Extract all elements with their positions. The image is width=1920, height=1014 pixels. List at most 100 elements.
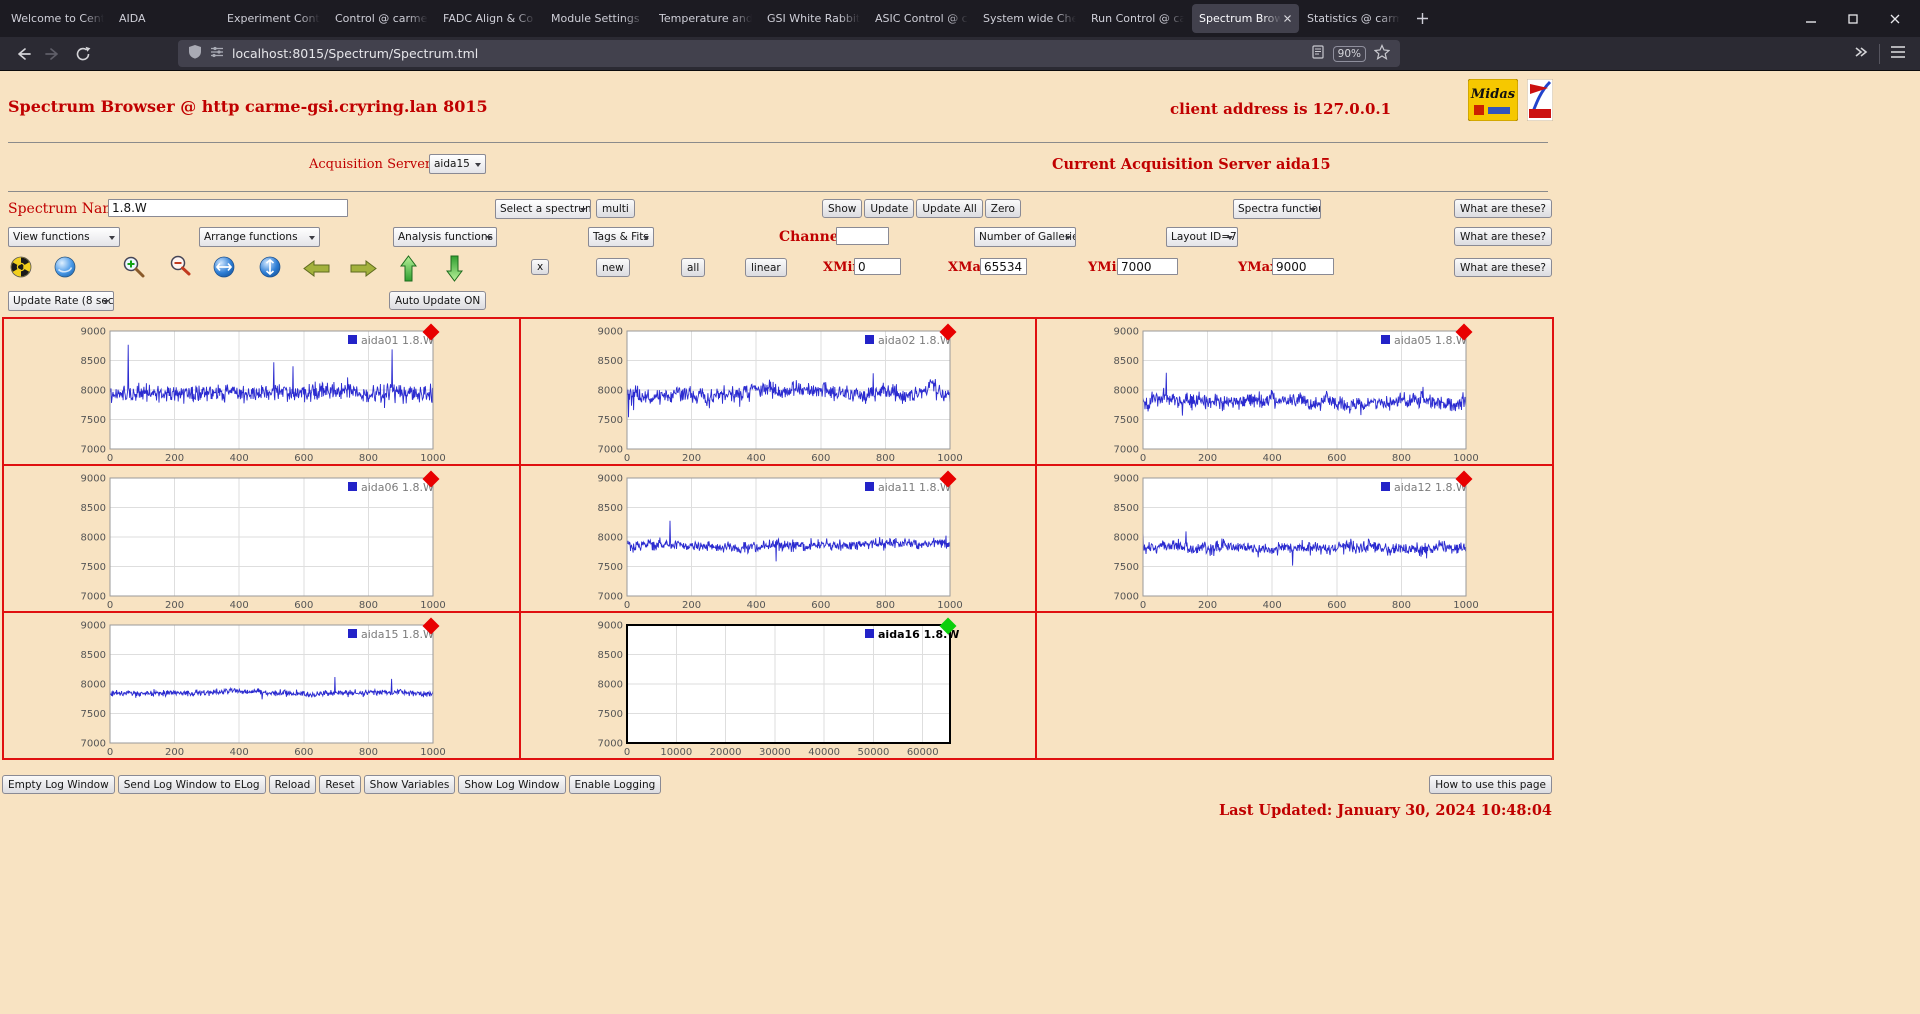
- move-down-icon[interactable]: [445, 255, 464, 282]
- what-are-these-button-3[interactable]: What are these?: [1454, 258, 1552, 277]
- close-window-icon[interactable]: [1874, 0, 1916, 37]
- svg-text:7500: 7500: [597, 415, 622, 426]
- browser-tab[interactable]: FADC Align & Co: [436, 4, 543, 33]
- tab-title: FADC Align & Co: [443, 12, 536, 25]
- gallery-cell-aida11[interactable]: 0200400600800100070007500800085009000aid…: [520, 465, 1037, 612]
- log-button-send-log-window-to-elog[interactable]: Send Log Window to ELog: [118, 775, 266, 794]
- zoom-indicator[interactable]: 90%: [1333, 46, 1366, 62]
- blue-disc-icon[interactable]: [54, 256, 76, 278]
- chart-legend: aida15 1.8.W: [361, 628, 434, 641]
- gallery-cell-aida02[interactable]: 0200400600800100070007500800085009000aid…: [520, 318, 1037, 465]
- linear-button[interactable]: linear: [745, 258, 787, 277]
- browser-tab[interactable]: Temperature and: [652, 4, 759, 33]
- update-button[interactable]: Update: [864, 199, 914, 218]
- channel-input[interactable]: [836, 227, 889, 245]
- next-arrow-icon[interactable]: [350, 259, 377, 278]
- zoom-in-icon[interactable]: [121, 254, 147, 280]
- browser-tab[interactable]: Welcome to Cent: [4, 4, 111, 33]
- tab-close-icon[interactable]: [1283, 14, 1292, 23]
- maximize-icon[interactable]: [1832, 0, 1874, 37]
- x-button[interactable]: x: [531, 259, 549, 275]
- acquisition-row: Acquisition Servers aida15 Current Acqui…: [0, 153, 1556, 181]
- expand-x-icon[interactable]: [213, 256, 235, 278]
- xmin-input[interactable]: [854, 258, 901, 275]
- layout-id-dropdown[interactable]: Layout ID=7: [1166, 227, 1238, 247]
- log-button-reload[interactable]: Reload: [269, 775, 317, 794]
- what-are-these-button-2[interactable]: What are these?: [1454, 227, 1552, 246]
- browser-tab[interactable]: Module Settings: [544, 4, 651, 33]
- browser-tab[interactable]: Control @ carme: [328, 4, 435, 33]
- address-bar[interactable]: localhost:8015/Spectrum/Spectrum.tml 90%: [178, 40, 1400, 67]
- gallery-cell-aida05[interactable]: 0200400600800100070007500800085009000aid…: [1036, 318, 1553, 465]
- analysis-functions-dropdown[interactable]: Analysis functions: [393, 227, 497, 247]
- update-all-button[interactable]: Update All: [916, 199, 982, 218]
- svg-text:7000: 7000: [1114, 592, 1139, 603]
- browser-tab[interactable]: ASIC Control @ c: [868, 4, 975, 33]
- what-are-these-button-1[interactable]: What are these?: [1454, 199, 1552, 218]
- permissions-icon[interactable]: [210, 44, 224, 63]
- browser-tab[interactable]: AIDA: [112, 4, 219, 33]
- browser-tab[interactable]: System wide Che: [976, 4, 1083, 33]
- view-functions-dropdown[interactable]: View functions: [8, 227, 120, 247]
- acquisition-server-select[interactable]: aida15: [429, 154, 486, 174]
- gallery-cell-aida01[interactable]: 0200400600800100070007500800085009000aid…: [3, 318, 520, 465]
- svg-text:400: 400: [1263, 453, 1282, 464]
- update-rate-dropdown[interactable]: Update Rate (8 secs): [8, 291, 114, 311]
- galleries-dropdown[interactable]: Number of Galleries: [974, 227, 1076, 247]
- previous-arrow-icon[interactable]: [303, 259, 330, 278]
- spectrum-name-input[interactable]: [108, 199, 348, 217]
- gallery-cell-aida16[interactable]: 0100002000030000400005000060000700075008…: [520, 612, 1037, 759]
- bookmark-star-icon[interactable]: [1374, 44, 1390, 64]
- expand-y-icon[interactable]: [259, 256, 281, 278]
- log-button-reset[interactable]: Reset: [319, 775, 360, 794]
- menu-hamburger-icon[interactable]: [1890, 44, 1906, 63]
- multi-button[interactable]: multi: [596, 199, 635, 218]
- reader-mode-icon[interactable]: [1311, 44, 1325, 63]
- url-text[interactable]: localhost:8015/Spectrum/Spectrum.tml: [232, 46, 478, 61]
- shield-icon[interactable]: [188, 44, 202, 63]
- tab-title: AIDA: [119, 12, 212, 25]
- spectra-functions-dropdown[interactable]: Spectra functions: [1233, 199, 1321, 219]
- browser-tab[interactable]: Run Control @ ca: [1084, 4, 1191, 33]
- auto-update-button[interactable]: Auto Update ON: [389, 291, 486, 310]
- log-button-show-log-window[interactable]: Show Log Window: [458, 775, 565, 794]
- radiation-icon[interactable]: [10, 256, 32, 278]
- ymin-input[interactable]: [1117, 258, 1178, 275]
- overflow-chevrons-icon[interactable]: [1853, 44, 1869, 64]
- ymax-input[interactable]: [1272, 258, 1334, 275]
- browser-tab[interactable]: Spectrum Brow: [1192, 4, 1299, 33]
- back-icon[interactable]: [10, 41, 36, 67]
- gallery-cell-aida15[interactable]: 0200400600800100070007500800085009000aid…: [3, 612, 520, 759]
- log-button-enable-logging[interactable]: Enable Logging: [569, 775, 662, 794]
- move-up-icon[interactable]: [399, 255, 418, 282]
- svg-text:1000: 1000: [420, 747, 445, 758]
- legend-swatch: [348, 335, 357, 344]
- svg-text:200: 200: [165, 600, 184, 611]
- show-button[interactable]: Show: [822, 199, 862, 218]
- log-button-show-variables[interactable]: Show Variables: [364, 775, 456, 794]
- tags-fits-dropdown[interactable]: Tags & Fits: [588, 227, 654, 247]
- new-tab-button[interactable]: [1408, 5, 1436, 33]
- empty-gallery-cell: [1036, 612, 1553, 759]
- forward-icon[interactable]: [40, 41, 66, 67]
- arrange-functions-dropdown[interactable]: Arrange functions: [199, 227, 320, 247]
- log-button-empty-log-window[interactable]: Empty Log Window: [2, 775, 115, 794]
- spectrum-plot: 0200400600800100070007500800085009000aid…: [521, 466, 965, 611]
- minimize-icon[interactable]: [1790, 0, 1832, 37]
- new-button[interactable]: new: [596, 258, 630, 277]
- svg-text:8000: 8000: [597, 533, 622, 544]
- zoom-out-icon[interactable]: [167, 254, 193, 280]
- browser-tab[interactable]: Statistics @ carm: [1300, 4, 1407, 33]
- browser-tab[interactable]: GSI White Rabbit: [760, 4, 867, 33]
- svg-text:600: 600: [294, 600, 313, 611]
- all-button[interactable]: all: [681, 258, 705, 277]
- zero-button[interactable]: Zero: [985, 199, 1021, 218]
- how-to-use-button[interactable]: How to use this page: [1429, 775, 1552, 794]
- reload-icon[interactable]: [70, 41, 96, 67]
- gallery-cell-aida06[interactable]: 0200400600800100070007500800085009000aid…: [3, 465, 520, 612]
- gallery-cell-aida12[interactable]: 0200400600800100070007500800085009000aid…: [1036, 465, 1553, 612]
- browser-tab[interactable]: Experiment Contr: [220, 4, 327, 33]
- xmax-input[interactable]: [980, 258, 1027, 275]
- svg-text:800: 800: [359, 600, 378, 611]
- select-spectrum-dropdown[interactable]: Select a spectrum: [495, 199, 591, 219]
